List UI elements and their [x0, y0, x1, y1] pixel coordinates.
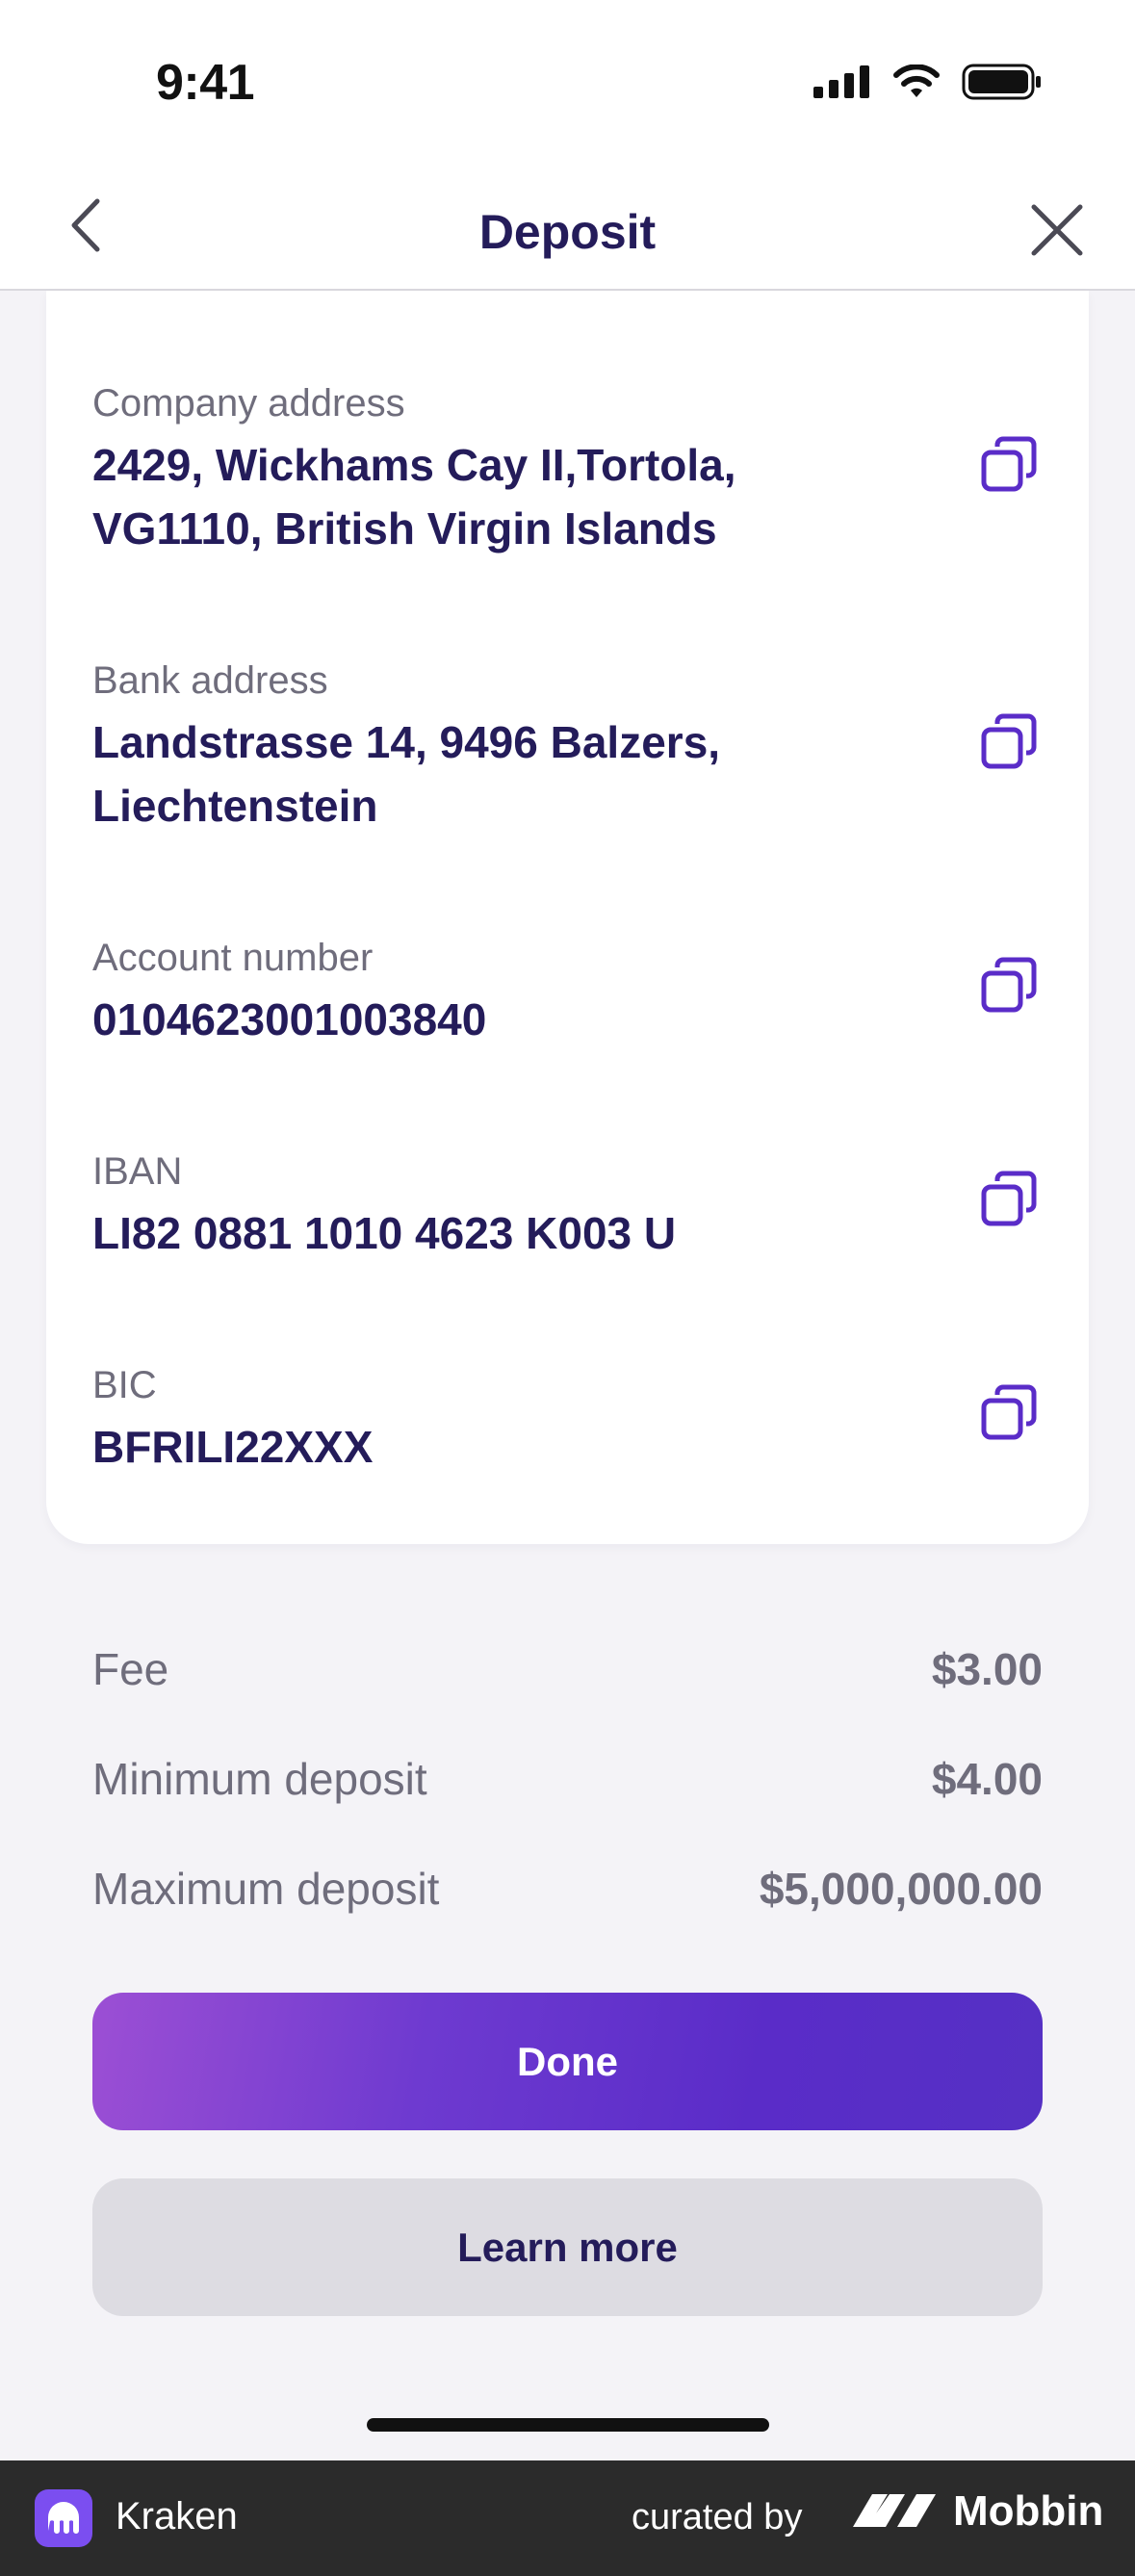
- field-value: Landstrasse 14, 9496 Balzers, Liechtenst…: [92, 710, 997, 837]
- field-label: Company address: [92, 382, 405, 425]
- mobbin-logo-icon: [851, 2488, 938, 2536]
- home-indicator: [367, 2418, 769, 2432]
- field-value-line: Landstrasse 14, 9496 Balzers,: [92, 717, 721, 767]
- field-label: IBAN: [92, 1150, 183, 1193]
- copy-bic-button[interactable]: [975, 1380, 1043, 1448]
- copy-icon: [980, 956, 1038, 1018]
- summary-label: Fee: [92, 1644, 169, 1694]
- copy-icon: [980, 1383, 1038, 1446]
- page-title: Deposit: [478, 205, 657, 259]
- summary-value: $5,000,000.00: [759, 1864, 1043, 1914]
- copy-icon: [980, 712, 1038, 775]
- deposit-screen: 9:41 Deposit Company address 2429, Wickh…: [0, 0, 1135, 2576]
- curated-by-label: curated by: [632, 2497, 803, 2537]
- field-value-line: 0104623001003840: [92, 994, 487, 1044]
- close-icon: [1030, 203, 1084, 262]
- account-number-field: Account number 0104623001003840: [92, 934, 997, 1051]
- copy-icon: [980, 1170, 1038, 1232]
- company-address-field: Company address 2429, Wickhams Cay II,To…: [92, 379, 997, 560]
- copy-iban-button[interactable]: [975, 1167, 1043, 1234]
- field-value: LI82 0881 1010 4623 K003 U: [92, 1201, 997, 1265]
- attribution-footer: Kraken curated by Mobbin: [0, 2460, 1135, 2576]
- bic-field: BIC BFRILI22XXX: [92, 1361, 997, 1479]
- field-value-line: VG1110, British Virgin Islands: [92, 503, 717, 554]
- learn-more-button[interactable]: Learn more: [92, 2178, 1043, 2316]
- field-label: Account number: [92, 937, 374, 979]
- summary-value: $4.00: [931, 1754, 1043, 1804]
- mobbin-name: Mobbin: [953, 2487, 1104, 2535]
- cellular-signal-icon: [813, 65, 871, 103]
- bank-address-field: Bank address Landstrasse 14, 9496 Balzer…: [92, 657, 997, 837]
- fee-row: Fee $3.00: [92, 1636, 1043, 1703]
- nav-bar: Deposit: [0, 164, 1135, 291]
- copy-bank-address-button[interactable]: [975, 709, 1043, 777]
- copy-company-address-button[interactable]: [975, 432, 1043, 500]
- status-icons: [813, 64, 1043, 105]
- kraken-logo-icon: [35, 2489, 92, 2547]
- close-button[interactable]: [1023, 198, 1091, 266]
- field-value-line: BFRILI22XXX: [92, 1422, 374, 1472]
- field-value-line: Liechtenstein: [92, 781, 378, 831]
- wifi-icon: [892, 64, 941, 104]
- maximum-deposit-row: Maximum deposit $5,000,000.00: [92, 1855, 1043, 1922]
- status-bar: 9:41: [0, 0, 1135, 164]
- field-value-line: 2429, Wickhams Cay II,Tortola,: [92, 440, 736, 490]
- mobbin-brand: Mobbin: [851, 2487, 1103, 2536]
- status-time: 9:41: [156, 55, 255, 111]
- app-name: Kraken: [116, 2495, 238, 2537]
- field-value: BFRILI22XXX: [92, 1415, 997, 1479]
- copy-account-number-button[interactable]: [975, 953, 1043, 1020]
- iban-field: IBAN LI82 0881 1010 4623 K003 U: [92, 1147, 997, 1265]
- field-label: Bank address: [92, 659, 328, 702]
- summary-value: $3.00: [931, 1644, 1043, 1694]
- battery-icon: [962, 64, 1043, 105]
- summary-label: Minimum deposit: [92, 1754, 427, 1804]
- summary-label: Maximum deposit: [92, 1864, 440, 1914]
- field-label: BIC: [92, 1364, 157, 1406]
- minimum-deposit-row: Minimum deposit $4.00: [92, 1745, 1043, 1813]
- copy-icon: [980, 435, 1038, 498]
- field-value: 0104623001003840: [92, 988, 997, 1051]
- field-value-line: LI82 0881 1010 4623 K003 U: [92, 1208, 677, 1258]
- done-button[interactable]: Done: [92, 1993, 1043, 2130]
- field-value: 2429, Wickhams Cay II,Tortola, VG1110, B…: [92, 433, 997, 560]
